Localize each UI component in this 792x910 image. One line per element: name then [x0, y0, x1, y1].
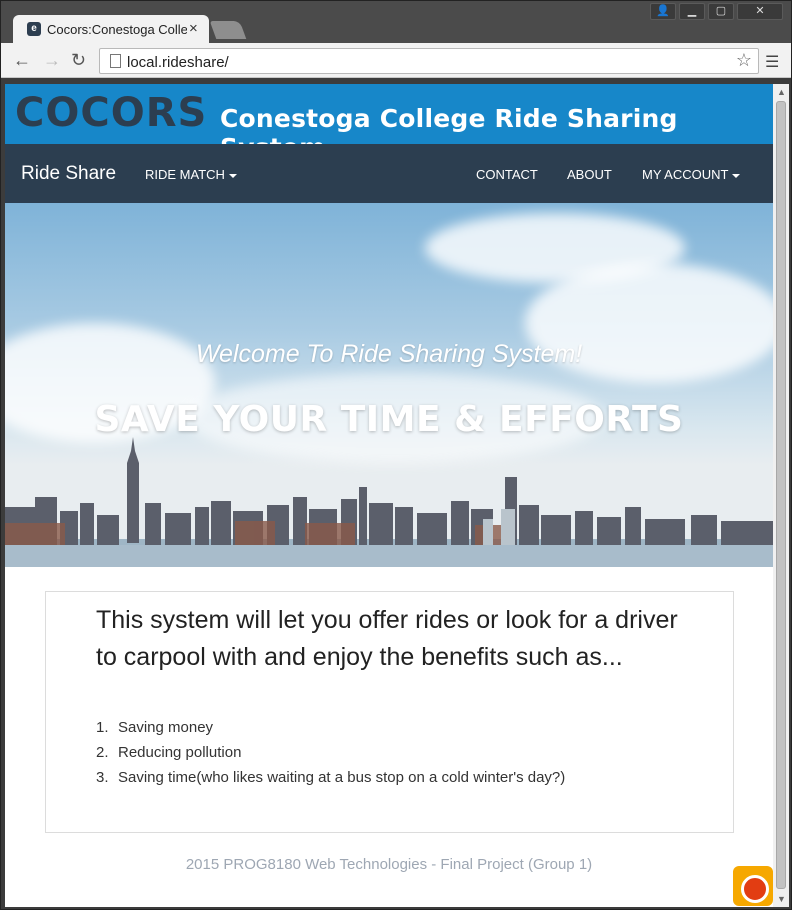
window-controls: 👤 ▁ ▢ ✕: [650, 3, 783, 20]
browser-titlebar: e Cocors:Conestoga Colleg × 👤 ▁ ▢ ✕: [1, 1, 791, 43]
nav-ride-match[interactable]: RIDE MATCH: [145, 167, 237, 182]
address-bar[interactable]: local.rideshare/ ☆: [99, 48, 759, 74]
browser-toolbar: ← → ↻ local.rideshare/ ☆ ☰: [1, 43, 791, 78]
scroll-up-arrow-icon[interactable]: ▲: [777, 87, 786, 97]
list-item: 2. Reducing pollution: [96, 744, 565, 769]
top-navbar: Ride Share RIDE MATCH CONTACT ABOUT MY A…: [5, 144, 773, 203]
navbar-brand[interactable]: Ride Share: [21, 163, 116, 185]
nav-ride-match-label: RIDE MATCH: [145, 167, 225, 182]
list-number: 2.: [96, 744, 109, 761]
forward-arrow-icon[interactable]: →: [43, 50, 61, 71]
browser-menu-icon[interactable]: ☰: [765, 52, 779, 72]
benefits-list: 1. Saving money 2. Reducing pollution 3. Sa…: [96, 719, 565, 794]
list-text: Reducing pollution: [118, 744, 242, 761]
bookmark-star-icon[interactable]: ☆: [736, 50, 752, 71]
caret-down-icon: [732, 173, 741, 178]
nav-my-account-label: MY ACCOUNT: [642, 167, 729, 182]
back-arrow-icon[interactable]: ←: [13, 50, 31, 71]
browser-window: e Cocors:Conestoga Colleg × 👤 ▁ ▢ ✕ ← → …: [0, 0, 792, 910]
intro-panel: This system will let you offer rides or …: [45, 591, 734, 833]
nav-about[interactable]: ABOUT: [567, 167, 612, 182]
nav-contact[interactable]: CONTACT: [476, 167, 538, 182]
site-logo[interactable]: COCORS: [15, 90, 207, 136]
browser-tab[interactable]: e Cocors:Conestoga Colleg ×: [13, 15, 209, 43]
scroll-down-arrow-icon[interactable]: ▼: [777, 894, 786, 904]
nav-my-account[interactable]: MY ACCOUNT: [642, 167, 741, 182]
url-text[interactable]: local.rideshare/: [127, 54, 229, 71]
vertical-scrollbar[interactable]: ▲ ▼: [773, 84, 789, 907]
page-footer: 2015 PROG8180 Web Technologies - Final P…: [185, 856, 593, 873]
scroll-thumb[interactable]: [776, 101, 786, 889]
extension-badge-icon[interactable]: [733, 866, 773, 906]
tab-close-icon[interactable]: ×: [189, 20, 198, 37]
list-number: 1.: [96, 719, 109, 736]
list-text: Saving time(who likes waiting at a bus s…: [118, 769, 566, 786]
page-icon: [110, 54, 121, 68]
reload-icon[interactable]: ↻: [71, 50, 86, 71]
list-text: Saving money: [118, 719, 214, 736]
list-item: 1. Saving money: [96, 719, 565, 744]
hero-banner: Welcome To Ride Sharing System! SAVE YOU…: [5, 203, 773, 567]
close-window-button[interactable]: ✕: [737, 3, 783, 20]
user-profile-icon[interactable]: 👤: [650, 3, 676, 20]
site-banner: COCORS Conestoga College Ride Sharing Sy…: [5, 84, 773, 162]
maximize-button[interactable]: ▢: [708, 3, 734, 20]
page-viewport: COCORS Conestoga College Ride Sharing Sy…: [5, 84, 773, 907]
list-number: 3.: [96, 769, 109, 786]
minimize-button[interactable]: ▁: [679, 3, 705, 20]
tab-title: Cocors:Conestoga Colleg: [47, 22, 187, 37]
caret-down-icon: [228, 173, 237, 178]
new-tab-button[interactable]: [209, 21, 247, 39]
list-item: 3. Saving time(who likes waiting at a bus…: [96, 769, 565, 794]
page-favicon-icon: e: [27, 22, 41, 36]
hero-title: SAVE YOUR TIME & EFFORTS: [94, 399, 684, 440]
intro-text: This system will let you offer rides or …: [96, 606, 678, 671]
hero-subtitle: Welcome To Ride Sharing System!: [195, 340, 583, 368]
city-skyline-image: [5, 437, 773, 567]
